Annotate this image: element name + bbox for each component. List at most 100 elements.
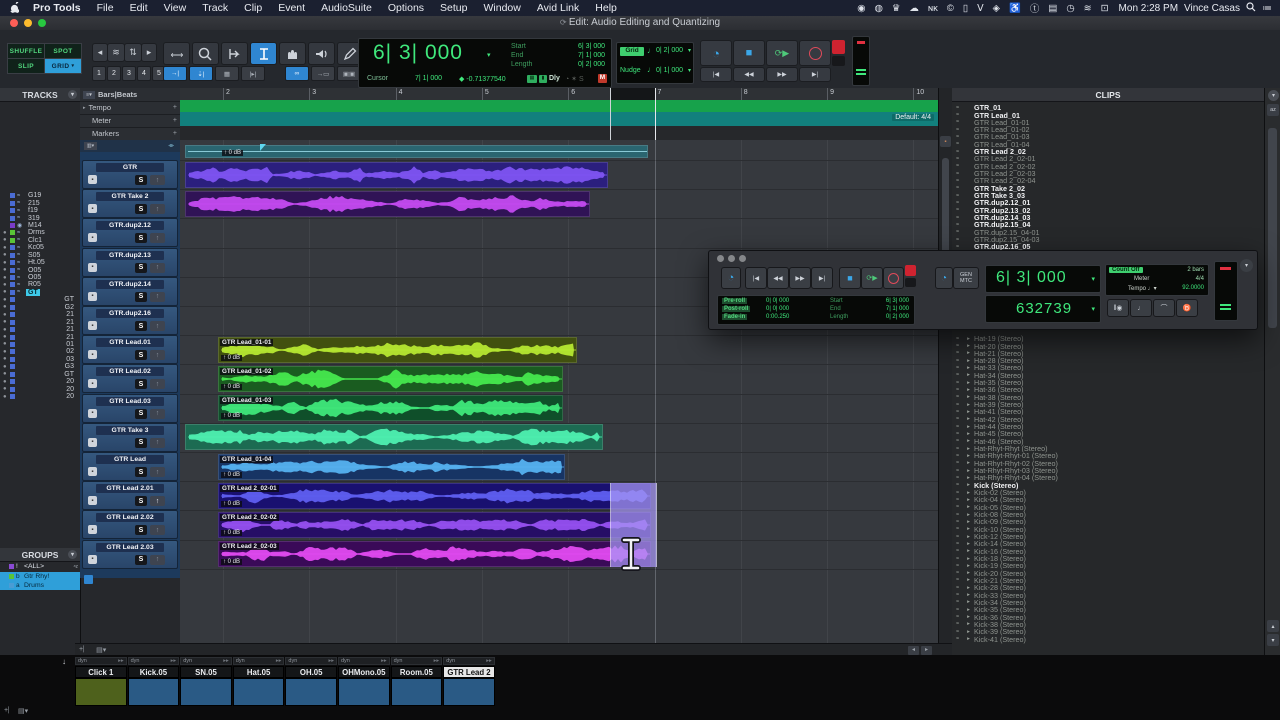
- nk-icon[interactable]: ɴᴋ: [928, 3, 938, 14]
- clip-disclosure-icon[interactable]: ▸: [963, 402, 974, 408]
- link-timeline-edit-toggle[interactable]: ∞: [285, 66, 309, 81]
- input-monitor-button[interactable]: ↑: [150, 175, 165, 185]
- clip-disclosure-icon[interactable]: ▸: [963, 629, 974, 635]
- clips-panel-menu-button[interactable]: ▾: [1268, 90, 1279, 101]
- track-list-item[interactable]: ≈319: [0, 214, 80, 222]
- display-icon[interactable]: ⊡: [1101, 3, 1109, 14]
- count-off-toggle[interactable]: Count Off: [1109, 267, 1143, 273]
- track-header[interactable]: ▪ GTR Lead 2.02 S ↑: [82, 510, 178, 540]
- track-list-item[interactable]: ● ≈ Clc1: [0, 237, 80, 244]
- channel-strip-body[interactable]: [390, 678, 443, 706]
- solo-button[interactable]: S: [135, 321, 147, 331]
- track-list-item[interactable]: ● GT: [0, 296, 80, 303]
- post-roll-value[interactable]: 0| 0| 000: [766, 306, 789, 312]
- solo-button[interactable]: S: [135, 350, 147, 361]
- track-visible-dot[interactable]: ●: [3, 289, 8, 295]
- spotlight-search-icon[interactable]: [1246, 1, 1256, 15]
- input-monitor-button[interactable]: ↑: [150, 437, 165, 448]
- transport-main-counter[interactable]: 6| 3| 000: [996, 269, 1067, 287]
- mute-indicator[interactable]: M: [598, 74, 607, 83]
- track-list-item[interactable]: ● ≈ O05: [0, 266, 80, 274]
- clip-disclosure-icon[interactable]: ▸: [963, 621, 974, 627]
- transport-fast-forward-button[interactable]: ▶▶: [789, 267, 811, 289]
- insert-slot[interactable]: dyn ▸▸: [75, 657, 127, 665]
- shield-icon[interactable]: ◍: [875, 3, 883, 14]
- clip-gain-badge[interactable]: ↑ 0 dB: [221, 529, 243, 536]
- transport-play-button[interactable]: ⟳▶: [861, 267, 883, 289]
- mixer-zoom-icon[interactable]: +⎸: [4, 707, 15, 715]
- transport-close-button[interactable]: [717, 255, 724, 262]
- audio-clip[interactable]: GTR Lead 2_02-02 ↑ 0 dB: [218, 511, 651, 538]
- transport-go-to-end-button[interactable]: ▶|: [811, 267, 833, 289]
- go-to-end-button[interactable]: ▶|: [799, 67, 831, 82]
- clips-panel-scrollbar[interactable]: ▾ az ▴ ▾: [1264, 88, 1280, 655]
- clip-disclosure-icon[interactable]: ▸: [963, 497, 974, 503]
- record-enable-button[interactable]: [799, 40, 831, 66]
- menu-item-clip[interactable]: Clip: [236, 2, 270, 14]
- channel-strip-body[interactable]: [443, 678, 495, 706]
- track-visible-dot[interactable]: ●: [3, 349, 8, 355]
- apple-menu-icon[interactable]: [0, 1, 25, 14]
- clip-disclosure-icon[interactable]: ▸: [963, 599, 974, 605]
- track-list-item[interactable]: ● 02: [0, 348, 80, 355]
- track-visible-dot[interactable]: ●: [3, 252, 8, 258]
- track-visible-dot[interactable]: ●: [3, 371, 8, 377]
- channel-strip-body[interactable]: [127, 678, 180, 706]
- track-list-item[interactable]: ● ≈ S05: [0, 252, 80, 259]
- solo-button[interactable]: S: [135, 204, 147, 215]
- channel-name-label[interactable]: Click 1: [75, 666, 127, 678]
- track-list-item[interactable]: ◉ M14: [0, 222, 80, 229]
- track-list-item[interactable]: ● GT: [0, 371, 80, 378]
- solo-button[interactable]: S: [135, 467, 147, 477]
- track-visible-dot[interactable]: ●: [3, 341, 8, 347]
- nudge-dropdown-icon[interactable]: ▾: [688, 67, 691, 74]
- clips-list-item[interactable]: ≈ ▸ Kick-41 (Stereo): [952, 635, 1264, 644]
- panel-resize-grip[interactable]: [84, 574, 93, 584]
- menu-item-help[interactable]: Help: [587, 2, 625, 14]
- clip-disclosure-icon[interactable]: ▸: [963, 504, 974, 510]
- track-visible-dot[interactable]: ●: [3, 282, 8, 288]
- online-button[interactable]: ◔: [700, 40, 732, 66]
- grabber-tool[interactable]: [279, 42, 306, 65]
- input-monitor-button[interactable]: ↑: [150, 379, 165, 390]
- main-counter-dropdown-icon[interactable]: ▾: [487, 51, 491, 59]
- menu-item-view[interactable]: View: [156, 2, 195, 14]
- track-list-item[interactable]: ● ≈ R05: [0, 281, 80, 288]
- track-view-button[interactable]: ▪: [88, 525, 97, 535]
- track-header[interactable]: ▪ GTR Lead.01 S ↑: [82, 335, 178, 365]
- solo-button[interactable]: S: [135, 525, 147, 536]
- spot-mode-button[interactable]: SPOT: [44, 43, 82, 59]
- channel-strip-body[interactable]: [180, 678, 232, 706]
- grid-dropdown-icon[interactable]: ▾: [688, 47, 691, 54]
- return-to-zero-button[interactable]: |◀: [700, 67, 732, 82]
- track-visible-dot[interactable]: ●: [3, 230, 8, 236]
- menu-item-file[interactable]: File: [89, 2, 122, 14]
- transport-return-to-zero-button[interactable]: |◀: [745, 267, 767, 289]
- insert-slot[interactable]: dyn ▸▸: [285, 657, 337, 665]
- solo-button[interactable]: S: [135, 291, 147, 302]
- grid-mode-button[interactable]: GRID ▾: [44, 58, 82, 74]
- clip-disclosure-icon[interactable]: ▸: [963, 343, 974, 349]
- clip-disclosure-icon[interactable]: ▸: [963, 424, 974, 430]
- track-visible-dot[interactable]: ●: [3, 260, 8, 266]
- transport-zoom-button[interactable]: [739, 255, 746, 262]
- clip-disclosure-icon[interactable]: ▸: [963, 570, 974, 576]
- meter-ruler-row[interactable]: Meter +: [80, 114, 180, 128]
- track-view-button[interactable]: ▪: [88, 291, 97, 301]
- transport-end-value[interactable]: 7| 1| 000: [886, 306, 909, 312]
- transport-minimize-button[interactable]: [728, 255, 735, 262]
- clip-disclosure-icon[interactable]: ▸: [963, 607, 974, 613]
- track-header[interactable]: ▪ GTR Lead 2.01 S ↑: [82, 481, 178, 511]
- transport-stop-button[interactable]: ■: [839, 267, 861, 289]
- clip-disclosure-icon[interactable]: ▸: [963, 556, 974, 562]
- audio-clip[interactable]: ↑ 0 dB: [185, 145, 648, 158]
- transport-length-value[interactable]: 0| 2| 000: [886, 314, 909, 320]
- audio-clip[interactable]: GTR Lead_01-03 ↑ 0 dB: [218, 395, 563, 422]
- track-list-item[interactable]: ● 20: [0, 385, 80, 393]
- menu-item-setup[interactable]: Setup: [432, 2, 475, 14]
- insertion-follows-playback-toggle[interactable]: ⇣|: [189, 66, 213, 81]
- solo-button[interactable]: S: [135, 379, 147, 390]
- audio-clip[interactable]: GTR Lead 2_02-03 ↑ 0 dB: [218, 541, 651, 568]
- tempo-ruler-button[interactable]: ⌒: [1153, 299, 1175, 317]
- track-view-button[interactable]: ▪: [88, 262, 97, 272]
